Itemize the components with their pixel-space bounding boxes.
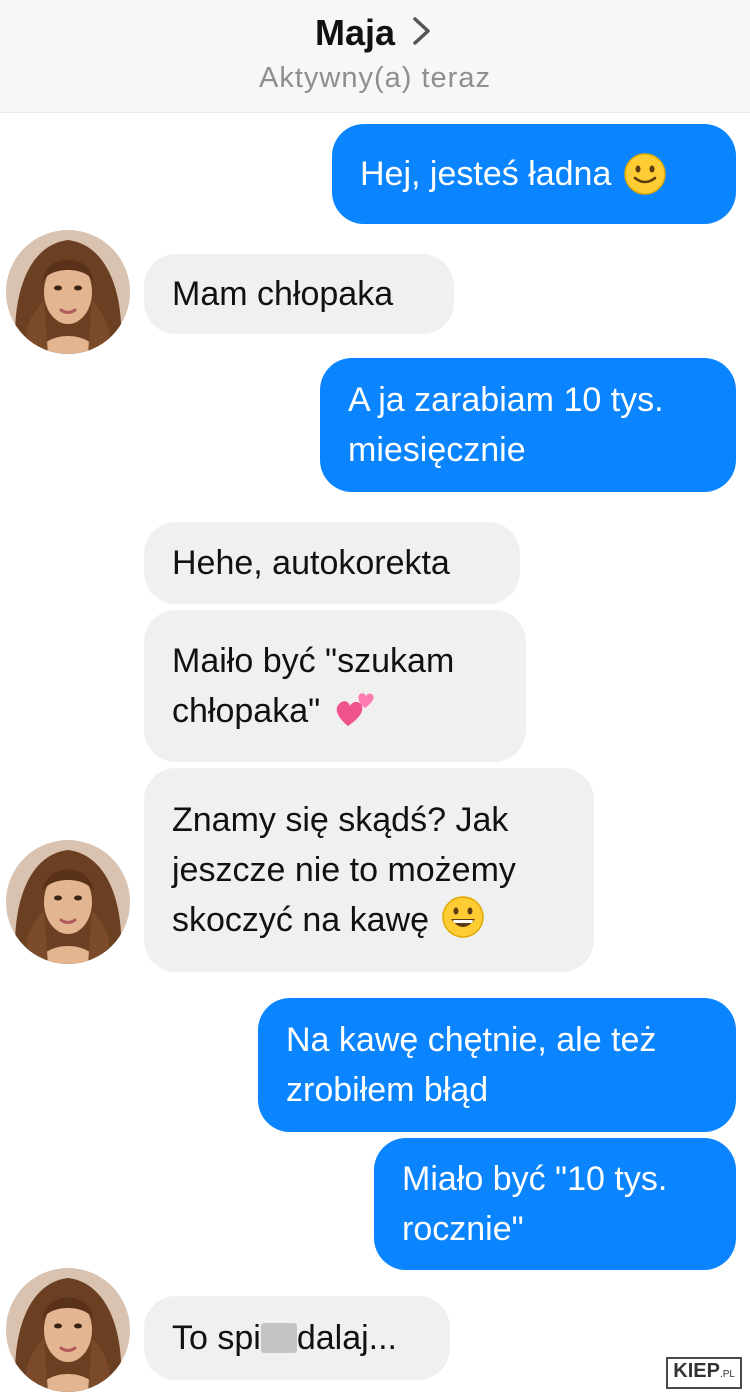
watermark-suffix: .PL — [719, 1369, 735, 1380]
message-text: Znamy się skądś? Jak jeszcze nie to może… — [172, 795, 516, 945]
avatar-photo-icon — [6, 1268, 130, 1392]
avatar-photo-icon — [6, 840, 130, 964]
contact-title[interactable]: Maja — [0, 12, 750, 54]
message-text: Na kawę chętnie, ale też zrobiłem błąd — [286, 1021, 657, 1109]
message-text: Mam chłopaka — [172, 275, 394, 313]
message-bubble-outgoing[interactable]: Hej, jesteś ładna — [332, 124, 736, 224]
contact-name[interactable]: Maja — [315, 12, 395, 54]
message-text-before: To spi — [172, 1319, 261, 1357]
message-text: To spi dalaj... — [172, 1313, 397, 1363]
kiep-watermark-logo: KIEP.PL — [666, 1357, 742, 1389]
message-text: Hej, jesteś ładna — [360, 155, 612, 193]
chevron-right-icon[interactable] — [409, 13, 435, 49]
message-bubble-incoming[interactable]: Mam chłopaka — [144, 254, 454, 334]
censor-blur — [260, 1323, 297, 1353]
message-bubble-outgoing[interactable]: A ja zarabiam 10 tys. miesięcznie — [320, 358, 736, 492]
message-bubble-outgoing[interactable]: Na kawę chętnie, ale też zrobiłem błąd — [258, 998, 736, 1132]
message-text: Miało być "10 tys. rocznie" — [402, 1160, 668, 1248]
watermark-brand: KIEP — [673, 1360, 720, 1382]
avatar-photo-icon — [6, 230, 130, 354]
active-status: Aktywny(a) teraz — [259, 62, 491, 94]
message-bubble-incoming[interactable]: Znamy się skądś? Jak jeszcze nie to może… — [144, 768, 594, 972]
contact-avatar[interactable] — [6, 1268, 130, 1392]
message-bubble-incoming[interactable]: Maiło być "szukam chłopaka" — [144, 610, 526, 762]
conversation-header: Maja Aktywny(a) teraz — [0, 0, 750, 113]
grinning-face-emoji — [442, 896, 484, 938]
message-text: Hehe, autokorekta — [172, 544, 450, 582]
message-text: A ja zarabiam 10 tys. miesięcznie — [348, 381, 664, 469]
two-hearts-emoji — [336, 693, 374, 726]
message-bubble-outgoing[interactable]: Miało być "10 tys. rocznie" — [374, 1138, 736, 1270]
contact-avatar[interactable] — [6, 840, 130, 964]
message-text-after: dalaj... — [296, 1319, 398, 1357]
message-text: Maiło być "szukam chłopaka" — [172, 636, 454, 736]
message-text-part: Maiło być "szukam chłopaka" — [172, 642, 455, 730]
contact-avatar[interactable] — [6, 230, 130, 354]
slightly-smiling-face-emoji — [624, 153, 667, 195]
message-bubble-incoming[interactable]: Hehe, autokorekta — [144, 522, 520, 604]
message-bubble-incoming[interactable]: To spi dalaj... — [144, 1296, 450, 1380]
